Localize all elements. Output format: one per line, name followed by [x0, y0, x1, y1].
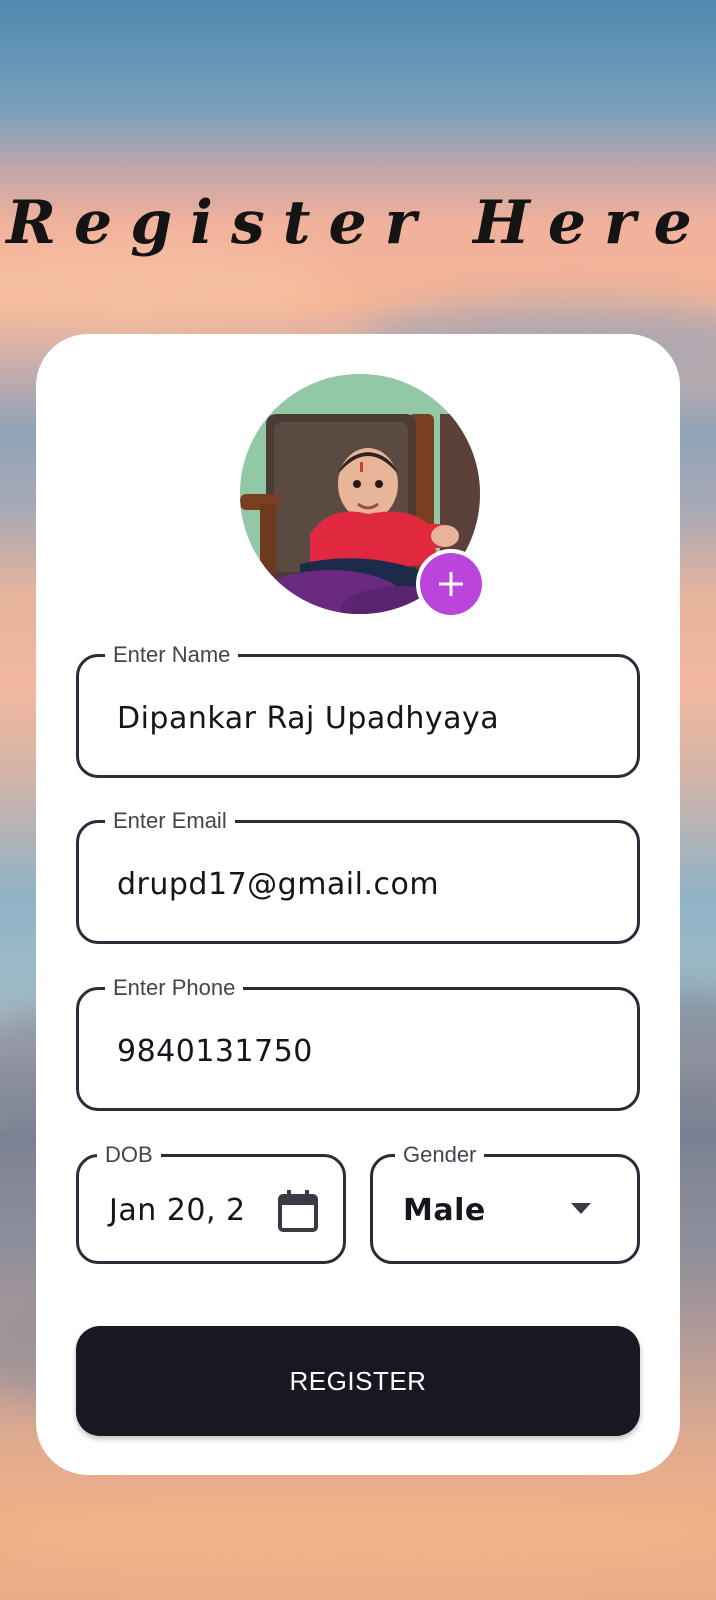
phone-label: Enter Phone [105, 975, 244, 1001]
email-field[interactable]: Enter Email drupd17@gmail.com [76, 808, 640, 944]
register-card: Enter Name Dipankar Raj Upadhyaya Enter … [36, 334, 680, 1475]
gender-field[interactable]: Gender Male [370, 1142, 640, 1264]
email-value[interactable]: drupd17@gmail.com [117, 867, 439, 902]
dob-label: DOB [97, 1142, 161, 1168]
gender-label: Gender [395, 1142, 485, 1168]
name-label: Enter Name [105, 642, 239, 668]
register-screen: Register Here Enter Name Dipankar Raj Up… [0, 0, 716, 1600]
dob-value[interactable]: Jan 20, 2 [109, 1193, 246, 1228]
register-button[interactable]: REGISTER [76, 1326, 640, 1436]
add-photo-circle[interactable] [420, 553, 482, 615]
plus-icon [439, 572, 463, 596]
page-title: Register Here [6, 188, 710, 258]
phone-value[interactable]: 9840131750 [117, 1034, 313, 1069]
calendar-icon[interactable] [277, 1189, 319, 1233]
dob-field[interactable]: DOB Jan 20, 2 [76, 1142, 346, 1264]
name-field[interactable]: Enter Name Dipankar Raj Upadhyaya [76, 642, 640, 778]
background-cloud [0, 1510, 716, 1570]
phone-field[interactable]: Enter Phone 9840131750 [76, 975, 640, 1111]
name-value[interactable]: Dipankar Raj Upadhyaya [117, 701, 499, 736]
gender-value[interactable]: Male [403, 1193, 486, 1228]
add-photo-button[interactable] [416, 549, 486, 619]
arrow-drop-down-icon[interactable] [569, 1201, 593, 1215]
email-label: Enter Email [105, 808, 235, 834]
